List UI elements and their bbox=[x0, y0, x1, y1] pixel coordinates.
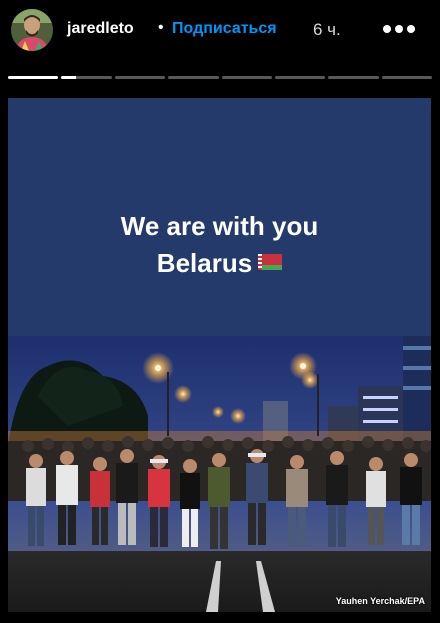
story-progress-segment bbox=[168, 76, 219, 79]
avatar-photo bbox=[11, 9, 53, 51]
story-progress-bar bbox=[8, 76, 432, 79]
story-progress-segment bbox=[61, 76, 112, 79]
story-progress-segment bbox=[8, 76, 59, 79]
more-horizontal-icon bbox=[383, 25, 415, 33]
story-progress-segment bbox=[274, 76, 326, 79]
time-ago: 6 ч. bbox=[313, 20, 341, 39]
belarus-flag-icon bbox=[258, 254, 283, 270]
follow-button[interactable]: Подписаться bbox=[172, 20, 277, 38]
story-media[interactable]: We are with you Belarus Yauhen Yerchak/E… bbox=[8, 98, 431, 612]
story-progress-segment bbox=[381, 76, 432, 79]
story-progress-segment bbox=[114, 76, 166, 79]
story-progress-segment bbox=[328, 76, 379, 79]
story-headline-line1: We are with you bbox=[120, 211, 319, 241]
avatar[interactable] bbox=[11, 9, 53, 51]
story-headline-line2: Belarus bbox=[156, 248, 253, 278]
story-headline-line2-wrap: Belarus bbox=[8, 248, 431, 279]
username-link[interactable]: jaredleto bbox=[67, 20, 134, 38]
story-progress-segment bbox=[221, 76, 272, 79]
story-header: jaredleto • Подписаться 6 ч. bbox=[0, 0, 440, 62]
story-text-panel: We are with you Belarus bbox=[8, 98, 431, 336]
more-button[interactable] bbox=[382, 20, 416, 38]
protest-photo bbox=[8, 336, 431, 612]
story-viewer: jaredleto • Подписаться 6 ч. We are with… bbox=[0, 0, 440, 623]
photo-credit: Yauhen Yerchak/EPA bbox=[335, 596, 425, 606]
separator-dot: • bbox=[158, 19, 164, 36]
story-photo: Yauhen Yerchak/EPA bbox=[8, 336, 431, 612]
